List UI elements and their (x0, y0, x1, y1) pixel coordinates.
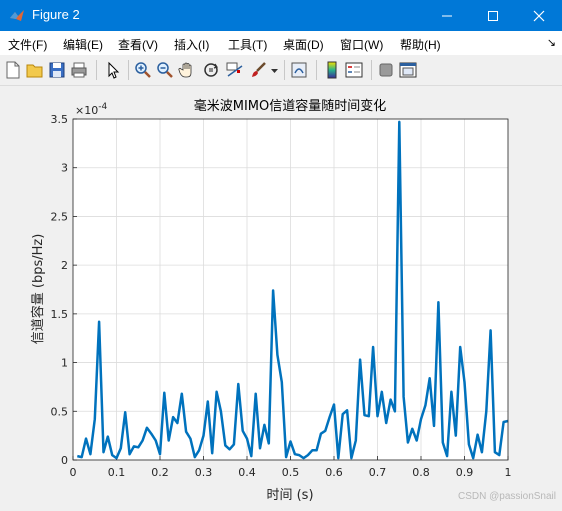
title-bar: Figure 2 (0, 0, 562, 31)
menu-tools[interactable]: 工具(T) (228, 36, 267, 53)
minimize-icon (442, 15, 452, 16)
x-axis-label: 时间 (s) (266, 488, 313, 503)
y-exponent-label: ×10-4 (75, 102, 107, 117)
x-tick-label: 0.6 (325, 466, 343, 479)
toolbar-separator (316, 60, 317, 80)
x-tick-label: 0.5 (282, 466, 300, 479)
open-file-icon[interactable] (26, 61, 44, 79)
pan-icon[interactable] (178, 61, 196, 79)
close-button[interactable] (516, 0, 562, 31)
watermark: CSDN @passionSnail (458, 491, 556, 502)
x-tick-label: 0.9 (456, 466, 474, 479)
menu-view[interactable]: 查看(V) (118, 36, 158, 53)
line-chart[interactable]: 0 0.1 0.2 0.3 0.4 0.5 0.6 0.7 0.8 0.9 1 0 0.5 1 1.5 2 2.… (0, 86, 562, 507)
menu-overflow-icon[interactable]: ↘ (547, 36, 556, 49)
menu-desktop[interactable]: 桌面(D) (283, 36, 324, 53)
new-figure-icon[interactable] (4, 61, 22, 79)
minimize-button[interactable] (424, 0, 470, 31)
y-tick-label: 1 (61, 357, 68, 370)
y-tick-label: 3 (61, 162, 68, 175)
menu-edit[interactable]: 编辑(E) (63, 36, 103, 53)
toolbar-separator (371, 60, 372, 80)
y-tick-label: 0.5 (51, 405, 69, 418)
brush-icon[interactable] (250, 61, 268, 79)
menu-file[interactable]: 文件(F) (8, 36, 47, 53)
window-title: Figure 2 (32, 7, 80, 22)
matlab-icon (10, 10, 24, 21)
hide-plot-tools-icon[interactable] (377, 61, 395, 79)
rotate-3d-icon[interactable] (202, 61, 220, 79)
x-tick-label: 0 (70, 466, 77, 479)
x-tick-label: 0.4 (238, 466, 256, 479)
y-tick-label: 1.5 (51, 308, 69, 321)
menu-window[interactable]: 窗口(W) (340, 36, 383, 53)
y-tick-label: 2 (61, 259, 68, 272)
toolbar-separator (128, 60, 129, 80)
data-cursor-icon[interactable] (226, 61, 244, 79)
y-tick-label: 2.5 (51, 210, 69, 223)
x-tick-label: 0.2 (151, 466, 169, 479)
chart-title: 毫米波MIMO信道容量随时间变化 (194, 98, 387, 114)
menu-bar: 文件(F) 编辑(E) 查看(V) 插入(I) 工具(T) 桌面(D) 窗口(W… (0, 31, 562, 55)
x-tick-label: 0.1 (108, 466, 126, 479)
print-icon[interactable] (70, 61, 88, 79)
colorbar-icon[interactable] (323, 61, 341, 79)
show-plot-tools-icon[interactable] (399, 61, 417, 79)
figure-canvas: 0 0.1 0.2 0.3 0.4 0.5 0.6 0.7 0.8 0.9 1 0 0.5 1 1.5 2 2.… (0, 86, 562, 507)
zoom-in-icon[interactable] (134, 61, 152, 79)
toolbar-separator (96, 60, 97, 80)
toolbar (0, 55, 562, 86)
toolbar-separator (284, 60, 285, 80)
link-plot-icon[interactable] (290, 61, 308, 79)
x-tick-label: 1 (505, 466, 512, 479)
y-tick-label: 0 (61, 454, 68, 467)
brush-dropdown-icon[interactable] (270, 61, 279, 79)
maximize-icon (488, 10, 498, 21)
y-axis-label: 信道容量 (bps/Hz) (30, 234, 46, 345)
y-tick-label: 3.5 (51, 113, 69, 126)
x-tick-label: 0.3 (195, 466, 213, 479)
menu-help[interactable]: 帮助(H) (400, 36, 441, 53)
close-icon (533, 10, 545, 21)
x-tick-label: 0.7 (369, 466, 387, 479)
legend-icon[interactable] (345, 61, 363, 79)
pointer-icon[interactable] (104, 61, 122, 79)
maximize-button[interactable] (470, 0, 516, 31)
zoom-out-icon[interactable] (156, 61, 174, 79)
menu-insert[interactable]: 插入(I) (174, 36, 209, 53)
save-icon[interactable] (48, 61, 66, 79)
x-tick-label: 0.8 (412, 466, 430, 479)
